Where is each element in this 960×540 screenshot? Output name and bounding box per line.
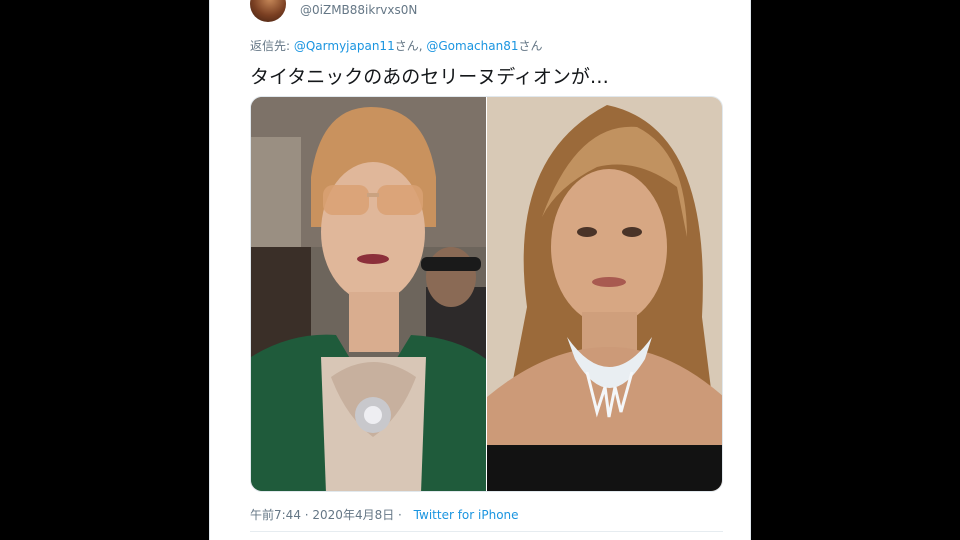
mention-link-2[interactable]: @Gomachan81	[426, 39, 518, 53]
tweet-media[interactable]	[250, 96, 723, 492]
tweet-meta: 午前7:44 · 2020年4月8日 · Twitter for iPhone	[250, 506, 519, 523]
mention-suffix-2: さん	[518, 39, 543, 53]
meta-separator-1: ·	[300, 508, 313, 522]
tweet-card: @0iZMB88ikrvxs0N 返信先: @Qarmyjapan11さん, @…	[209, 0, 751, 540]
mention-suffix-1: さん	[394, 39, 419, 53]
avatar[interactable]	[250, 0, 286, 22]
mention-link-1[interactable]: @Qarmyjapan11	[294, 39, 395, 53]
reply-to-line: 返信先: @Qarmyjapan11さん, @Gomachan81さん	[250, 37, 543, 54]
tweet-time[interactable]: 午前7:44	[250, 508, 301, 522]
photo-left[interactable]	[251, 97, 486, 492]
user-handle[interactable]: @0iZMB88ikrvxs0N	[300, 3, 417, 17]
divider	[250, 531, 723, 532]
tweet-date[interactable]: 2020年4月8日	[312, 508, 394, 522]
photo-right[interactable]	[487, 97, 723, 492]
reply-prefix: 返信先:	[250, 39, 294, 53]
tweet-text: タイタニックのあのセリーヌディオンが…	[250, 66, 609, 88]
tweet-source-link[interactable]: Twitter for iPhone	[414, 508, 519, 522]
meta-separator-2: ·	[394, 508, 406, 522]
